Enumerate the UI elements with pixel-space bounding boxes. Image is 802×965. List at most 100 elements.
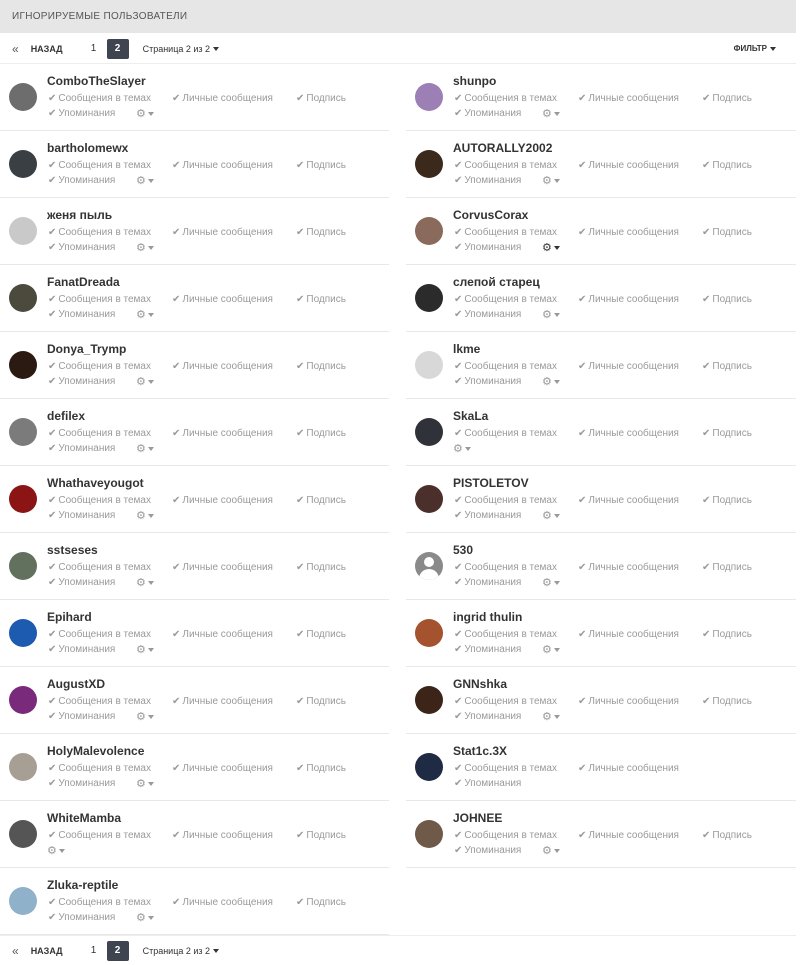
settings-gear-icon[interactable]: ⚙	[136, 442, 154, 455]
settings-gear-icon[interactable]: ⚙	[136, 308, 154, 321]
ignore-option-mentions[interactable]: ✔ Упоминания	[454, 376, 521, 387]
settings-gear-icon[interactable]: ⚙	[542, 174, 560, 187]
ignore-option-messages[interactable]: ✔ Личные сообщения	[578, 294, 679, 305]
ignore-option-messages[interactable]: ✔ Личные сообщения	[172, 696, 273, 707]
avatar[interactable]	[9, 217, 37, 245]
ignore-option-mentions[interactable]: ✔ Упоминания	[454, 108, 521, 119]
page-jump-dropdown[interactable]: Страница 2 из 2	[143, 44, 220, 54]
settings-gear-icon[interactable]: ⚙	[542, 509, 560, 522]
ignore-option-signature[interactable]: ✔ Подпись	[296, 294, 346, 305]
ignore-option-signature[interactable]: ✔ Подпись	[702, 93, 752, 104]
settings-gear-icon[interactable]: ⚙	[136, 107, 154, 120]
ignore-option-messages[interactable]: ✔ Личные сообщения	[172, 830, 273, 841]
username-link[interactable]: CorvusCorax	[453, 208, 528, 222]
ignore-option-mentions[interactable]: ✔ Упоминания	[48, 376, 115, 387]
ignore-option-messages[interactable]: ✔ Личные сообщения	[578, 160, 679, 171]
username-link[interactable]: Epihard	[47, 610, 92, 624]
username-link[interactable]: shunpo	[453, 74, 496, 88]
username-link[interactable]: Zluka-reptile	[47, 878, 118, 892]
ignore-option-signature[interactable]: ✔ Подпись	[702, 495, 752, 506]
ignore-option-messages[interactable]: ✔ Личные сообщения	[578, 428, 679, 439]
username-link[interactable]: lkme	[453, 342, 480, 356]
ignore-option-signature[interactable]: ✔ Подпись	[296, 361, 346, 372]
ignore-option-signature[interactable]: ✔ Подпись	[702, 428, 752, 439]
ignore-option-mentions[interactable]: ✔ Упоминания	[48, 108, 115, 119]
ignore-option-topics[interactable]: ✔ Сообщения в темах	[48, 629, 151, 640]
prev-arrow-icon[interactable]: «	[12, 944, 19, 958]
ignore-option-topics[interactable]: ✔ Сообщения в темах	[48, 361, 151, 372]
settings-gear-icon[interactable]: ⚙	[542, 375, 560, 388]
ignore-option-topics[interactable]: ✔ Сообщения в темах	[454, 361, 557, 372]
ignore-option-topics[interactable]: ✔ Сообщения в темах	[454, 830, 557, 841]
ignore-option-mentions[interactable]: ✔ Упоминания	[48, 242, 115, 253]
page-jump-dropdown[interactable]: Страница 2 из 2	[143, 946, 220, 956]
ignore-option-signature[interactable]: ✔ Подпись	[702, 160, 752, 171]
settings-gear-icon[interactable]: ⚙	[542, 308, 560, 321]
ignore-option-signature[interactable]: ✔ Подпись	[702, 361, 752, 372]
ignore-option-mentions[interactable]: ✔ Упоминания	[454, 711, 521, 722]
avatar[interactable]	[415, 552, 443, 580]
avatar[interactable]	[9, 686, 37, 714]
username-link[interactable]: женя пыль	[47, 208, 112, 222]
page-1-button[interactable]: 1	[83, 39, 105, 59]
ignore-option-topics[interactable]: ✔ Сообщения в темах	[48, 428, 151, 439]
ignore-option-topics[interactable]: ✔ Сообщения в темах	[48, 294, 151, 305]
avatar[interactable]	[415, 217, 443, 245]
username-link[interactable]: FanatDreada	[47, 275, 120, 289]
ignore-option-signature[interactable]: ✔ Подпись	[296, 428, 346, 439]
settings-gear-icon[interactable]: ⚙	[136, 576, 154, 589]
username-link[interactable]: Stat1c.3X	[453, 744, 507, 758]
ignore-option-topics[interactable]: ✔ Сообщения в темах	[48, 227, 151, 238]
avatar[interactable]	[415, 485, 443, 513]
ignore-option-messages[interactable]: ✔ Личные сообщения	[172, 629, 273, 640]
ignore-option-messages[interactable]: ✔ Личные сообщения	[578, 361, 679, 372]
ignore-option-topics[interactable]: ✔ Сообщения в темах	[48, 160, 151, 171]
ignore-option-mentions[interactable]: ✔ Упоминания	[454, 510, 521, 521]
username-link[interactable]: Donya_Trymp	[47, 342, 126, 356]
ignore-option-messages[interactable]: ✔ Личные сообщения	[172, 897, 273, 908]
ignore-option-topics[interactable]: ✔ Сообщения в темах	[454, 629, 557, 640]
ignore-option-mentions[interactable]: ✔ Упоминания	[48, 577, 115, 588]
avatar[interactable]	[415, 83, 443, 111]
ignore-option-topics[interactable]: ✔ Сообщения в темах	[48, 897, 151, 908]
username-link[interactable]: AUTORALLY2002	[453, 141, 552, 155]
avatar[interactable]	[9, 552, 37, 580]
avatar[interactable]	[415, 418, 443, 446]
ignore-option-messages[interactable]: ✔ Личные сообщения	[172, 294, 273, 305]
username-link[interactable]: defilex	[47, 409, 85, 423]
ignore-option-mentions[interactable]: ✔ Упоминания	[454, 175, 521, 186]
ignore-option-messages[interactable]: ✔ Личные сообщения	[578, 495, 679, 506]
ignore-option-mentions[interactable]: ✔ Упоминания	[454, 845, 521, 856]
ignore-option-messages[interactable]: ✔ Личные сообщения	[172, 428, 273, 439]
avatar[interactable]	[415, 619, 443, 647]
ignore-option-messages[interactable]: ✔ Личные сообщения	[578, 93, 679, 104]
ignore-option-topics[interactable]: ✔ Сообщения в темах	[454, 227, 557, 238]
ignore-option-signature[interactable]: ✔ Подпись	[296, 160, 346, 171]
filter-dropdown[interactable]: ФИЛЬТР	[734, 44, 776, 53]
avatar[interactable]	[9, 150, 37, 178]
username-link[interactable]: ComboTheSlayer	[47, 74, 146, 88]
ignore-option-signature[interactable]: ✔ Подпись	[702, 562, 752, 573]
settings-gear-icon[interactable]: ⚙	[542, 107, 560, 120]
ignore-option-mentions[interactable]: ✔ Упоминания	[454, 242, 521, 253]
ignore-option-signature[interactable]: ✔ Подпись	[702, 830, 752, 841]
username-link[interactable]: AugustXD	[47, 677, 105, 691]
ignore-option-signature[interactable]: ✔ Подпись	[702, 629, 752, 640]
settings-gear-icon[interactable]: ⚙	[136, 174, 154, 187]
username-link[interactable]: sstseses	[47, 543, 98, 557]
ignore-option-signature[interactable]: ✔ Подпись	[296, 562, 346, 573]
avatar[interactable]	[9, 820, 37, 848]
settings-gear-icon[interactable]: ⚙	[136, 509, 154, 522]
settings-gear-icon[interactable]: ⚙	[542, 643, 560, 656]
ignore-option-topics[interactable]: ✔ Сообщения в темах	[454, 696, 557, 707]
ignore-option-mentions[interactable]: ✔ Упоминания	[48, 711, 115, 722]
prev-page-button[interactable]: НАЗАД	[31, 946, 63, 956]
ignore-option-signature[interactable]: ✔ Подпись	[296, 227, 346, 238]
ignore-option-mentions[interactable]: ✔ Упоминания	[454, 644, 521, 655]
avatar[interactable]	[9, 351, 37, 379]
ignore-option-signature[interactable]: ✔ Подпись	[296, 93, 346, 104]
ignore-option-messages[interactable]: ✔ Личные сообщения	[172, 562, 273, 573]
ignore-option-messages[interactable]: ✔ Личные сообщения	[578, 562, 679, 573]
ignore-option-messages[interactable]: ✔ Личные сообщения	[172, 495, 273, 506]
avatar[interactable]	[9, 619, 37, 647]
